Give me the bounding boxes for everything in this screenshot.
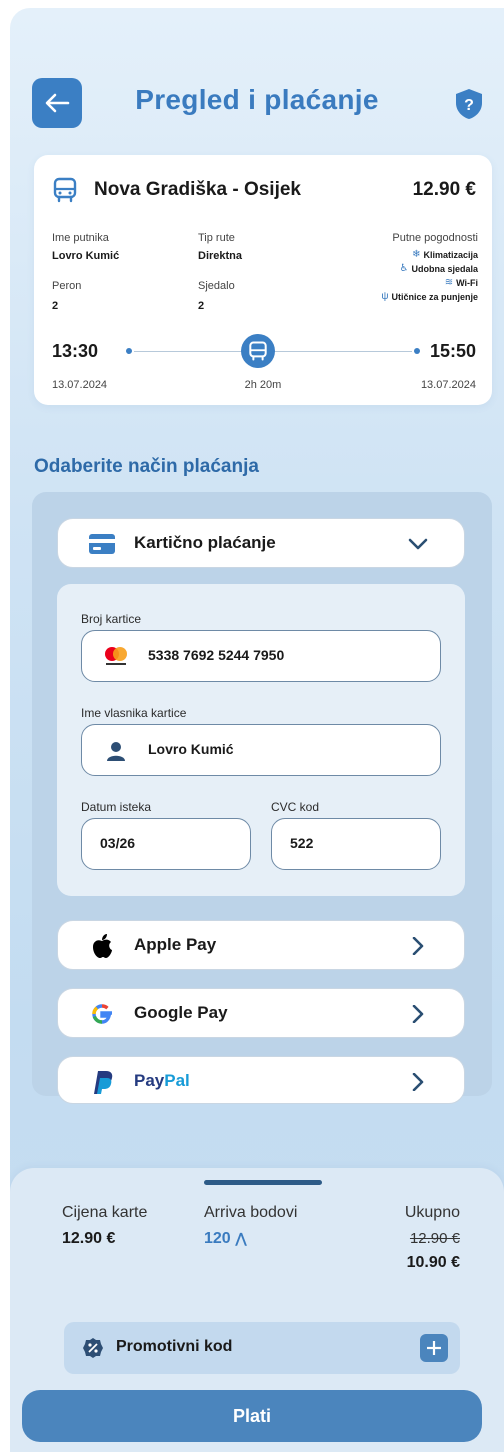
- ticket-price-value: 12.90 €: [62, 1230, 116, 1247]
- total-new-price: 10.90 €: [406, 1254, 460, 1271]
- apple-pay-label: Apple Pay: [134, 935, 217, 954]
- credit-card-icon: [89, 534, 115, 554]
- card-number-value: 5338 7692 5244 7950: [148, 647, 285, 663]
- total-label: Ukupno: [404, 1204, 460, 1221]
- apple-pay-option[interactable]: Apple Pay: [57, 920, 465, 970]
- amenity-item: ♿ Udobna sjedala: [399, 263, 478, 274]
- bus-icon: [53, 177, 77, 203]
- platform-label: Peron: [52, 280, 82, 292]
- cvc-label: CVC kod: [271, 800, 320, 814]
- usb-icon: ψ: [381, 291, 389, 302]
- payment-methods-panel: Kartično plaćanje Broj kartice 5338 7692…: [32, 492, 492, 1104]
- seat-value: 2: [198, 300, 205, 312]
- card-number-label: Broj kartice: [81, 612, 142, 626]
- paypal-option[interactable]: PayPal: [57, 1056, 465, 1104]
- user-icon: [107, 742, 125, 761]
- card-holder-value: Lovro Kumić: [148, 741, 234, 757]
- total-old-price: 12.90 €: [409, 1230, 460, 1247]
- amenity-item: ≋ Wi-Fi: [444, 277, 478, 288]
- ticket-price-label: Cijena karte: [62, 1204, 148, 1221]
- arrival-time: 15:50: [429, 341, 476, 361]
- payment-section-title: Odaberite način plaćanja: [34, 456, 259, 477]
- passenger-value: Lovro Kumić: [52, 250, 120, 262]
- card-payment-dropdown[interactable]: Kartično plaćanje: [57, 518, 465, 568]
- add-promo-button[interactable]: [420, 1334, 448, 1362]
- arriva-points-icon: ⋀: [235, 1230, 247, 1246]
- discount-badge-icon: [83, 1338, 103, 1358]
- trip-card: Nova Gradiška - Osijek 12.90 € Ime putni…: [34, 155, 492, 405]
- card-holder-label: Ime vlasnika kartice: [81, 706, 187, 720]
- chevron-right-icon: [412, 937, 424, 955]
- google-icon: [92, 1004, 112, 1024]
- amenities-label: Putne pogodnosti: [392, 232, 478, 244]
- seat-icon: ♿: [399, 263, 409, 274]
- seat-label: Sjedalo: [198, 280, 235, 292]
- trip-price: 12.90 €: [412, 179, 476, 200]
- shield-question-icon[interactable]: ?: [454, 88, 484, 120]
- expiry-label: Datum isteka: [81, 800, 152, 814]
- promo-code-label: Promotivni kod: [116, 1338, 233, 1355]
- card-number-input[interactable]: 5338 7692 5244 7950: [81, 630, 441, 682]
- cvc-value: 522: [290, 835, 314, 851]
- mastercard-icon: [105, 647, 127, 665]
- cvc-input[interactable]: 522: [271, 818, 441, 870]
- timeline-end-dot: [414, 348, 420, 354]
- chevron-right-icon: [412, 1073, 424, 1091]
- points-value: 120: [204, 1230, 231, 1247]
- google-pay-label: Google Pay: [134, 1003, 228, 1022]
- plus-icon: [427, 1341, 441, 1355]
- card-payment-label: Kartično plaćanje: [134, 533, 276, 552]
- chevron-down-icon: [408, 538, 428, 550]
- amenity-item: ψ Utičnice za punjenje: [381, 291, 478, 302]
- snowflake-icon: ❄: [412, 249, 421, 260]
- timeline-start-dot: [126, 348, 132, 354]
- paypal-label: PayPal: [134, 1071, 190, 1090]
- platform-value: 2: [52, 300, 59, 312]
- google-pay-option[interactable]: Google Pay: [57, 988, 465, 1038]
- paypal-icon: [94, 1071, 113, 1094]
- departure-time: 13:30: [52, 341, 99, 361]
- points-label: Arriva bodovi: [204, 1204, 298, 1221]
- amenity-item: ❄ Klimatizacija: [412, 249, 478, 260]
- route-type-label: Tip rute: [198, 232, 235, 244]
- route-type-value: Direktna: [198, 250, 243, 262]
- timeline-bus-icon: [241, 334, 275, 368]
- expiry-input[interactable]: 03/26: [81, 818, 251, 870]
- chevron-right-icon: [412, 1005, 424, 1023]
- expiry-value: 03/26: [100, 835, 136, 851]
- route-name: Nova Gradiška - Osijek: [94, 179, 301, 200]
- wifi-icon: ≋: [444, 277, 454, 288]
- apple-icon: [93, 934, 112, 958]
- promo-code-row[interactable]: Promotivni kod: [64, 1322, 460, 1374]
- svg-text:?: ?: [464, 97, 474, 114]
- app-screen: Pregled i plaćanje ? Nova Gradiška - Osi…: [10, 8, 504, 1452]
- card-details-form: Broj kartice 5338 7692 5244 7950 Ime vla…: [57, 584, 465, 896]
- sheet-drag-handle[interactable]: [204, 1180, 322, 1185]
- page-title: Pregled i plaćanje: [135, 84, 379, 115]
- points-value-row: 120 ⋀: [204, 1230, 247, 1248]
- passenger-label: Ime putnika: [52, 232, 109, 244]
- card-holder-input[interactable]: Lovro Kumić: [81, 724, 441, 776]
- pay-button[interactable]: Plati: [22, 1390, 482, 1442]
- arrival-date: 13.07.2024: [420, 379, 476, 391]
